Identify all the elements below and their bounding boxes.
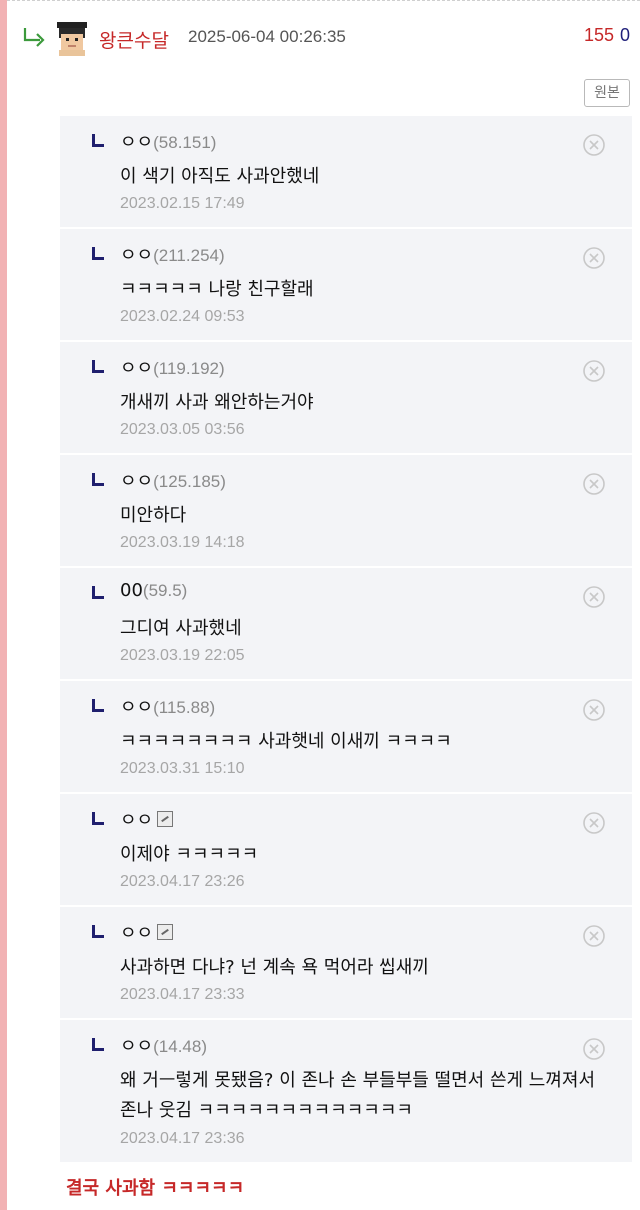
- reply-time: 2023.03.05 03:56: [120, 421, 245, 438]
- reply-ip: (125.185): [153, 472, 226, 491]
- author-nickname[interactable]: 왕큰수달: [99, 26, 169, 53]
- reply-time: 2023.04.17 23:33: [120, 986, 245, 1003]
- delete-icon[interactable]: [582, 359, 606, 383]
- list-item: ㅇㅇ(119.192) 개새끼 사과 왜안하는거야 2023.03.05 03:…: [60, 342, 632, 455]
- reply-author[interactable]: ㅇㅇ: [120, 132, 153, 153]
- list-item: 00(59.5) 그디여 사과했네 2023.03.19 22:05: [60, 568, 632, 681]
- delete-icon[interactable]: [582, 924, 606, 948]
- reply-text: ㅋㅋㅋㅋㅋㅋㅋㅋ 사과햇네 이새끼 ㅋㅋㅋㅋ: [120, 731, 452, 752]
- list-item: ㅇㅇ(58.151) 이 색기 아직도 사과안했네 2023.02.15 17:…: [60, 116, 632, 229]
- reply-indent-icon: [92, 812, 106, 826]
- reply-ip: (119.192): [153, 359, 225, 378]
- delete-icon[interactable]: [582, 246, 606, 270]
- reply-indent-icon: [92, 473, 106, 487]
- reply-text: 이 색기 아직도 사과안했네: [120, 166, 320, 187]
- reply-author[interactable]: ㅇㅇ: [120, 810, 153, 831]
- reply-text: 이제야 ㅋㅋㅋㅋㅋ: [120, 844, 259, 865]
- reply-ip: (211.254): [153, 246, 225, 265]
- reply-ip: (115.88): [153, 698, 216, 717]
- reply-text: 미안하다: [120, 505, 187, 526]
- reply-author[interactable]: ㅇㅇ: [120, 923, 153, 944]
- memo-icon: [157, 811, 174, 827]
- reply-author[interactable]: ㅇㅇ: [120, 358, 153, 379]
- reply-text: 그디여 사과했네: [120, 618, 242, 639]
- reply-time: 2023.02.24 09:53: [120, 308, 245, 325]
- reply-time: 2023.03.19 14:18: [120, 534, 245, 551]
- reply-indent-icon: [92, 360, 106, 374]
- downvote-count: 0: [619, 25, 630, 45]
- list-item: ㅇㅇ(115.88) ㅋㅋㅋㅋㅋㅋㅋㅋ 사과햇네 이새끼 ㅋㅋㅋㅋ 2023.0…: [60, 681, 632, 794]
- reply-text: 개새끼 사과 왜안하는거야: [120, 392, 314, 413]
- list-item: ㅇㅇ(211.254) ㅋㅋㅋㅋㅋ 나랑 친구할래 2023.02.24 09:…: [60, 229, 632, 342]
- reply-time: 2023.03.31 15:10: [120, 760, 245, 777]
- reply-time: 2023.04.17 23:36: [120, 1130, 245, 1147]
- reply-author[interactable]: ㅇㅇ: [120, 245, 153, 266]
- reply-author[interactable]: ㅇㅇ: [120, 471, 153, 492]
- reply-time: 2023.02.15 17:49: [120, 195, 245, 212]
- reply-indent-icon: [92, 1038, 106, 1052]
- footer-comment: 결국 사과함 ㅋㅋㅋㅋㅋ: [66, 1178, 245, 1199]
- list-item: ㅇㅇ(125.185) 미안하다 2023.03.19 14:18: [60, 455, 632, 568]
- reply-indent-icon: [92, 586, 106, 600]
- delete-icon[interactable]: [582, 1037, 606, 1061]
- original-button[interactable]: 원본: [584, 79, 630, 107]
- comment-header: 왕큰수달 2025-06-04 00:26:35 155 0: [22, 22, 634, 56]
- reply-indent-icon: [92, 247, 106, 261]
- post-date: 2025-06-04 00:26:35: [188, 27, 346, 46]
- reply-author[interactable]: ㅇㅇ: [120, 1036, 153, 1057]
- reply-author[interactable]: ㅇㅇ: [120, 697, 153, 718]
- list-item: ㅇㅇ 이제야 ㅋㅋㅋㅋㅋ 2023.04.17 23:26: [60, 794, 632, 907]
- reply-list: ㅇㅇ(58.151) 이 색기 아직도 사과안했네 2023.02.15 17:…: [60, 116, 632, 1164]
- avatar: [57, 22, 87, 56]
- reply-text: 왜 거ㅡ렇게 못됐음? 이 존나 손 부들부들 떨면서 쓴게 느껴져서 존나 웃…: [120, 1070, 596, 1121]
- reply-text: 사과하면 다냐? 넌 계속 욕 먹어라 씹새끼: [120, 957, 429, 978]
- top-divider: [7, 0, 640, 1]
- left-accent-bar: [0, 0, 7, 1210]
- delete-icon[interactable]: [582, 811, 606, 835]
- list-item: ㅇㅇ(14.48) 왜 거ㅡ렇게 못됐음? 이 존나 손 부들부들 떨면서 쓴게…: [60, 1020, 632, 1164]
- memo-icon: [157, 924, 174, 940]
- delete-icon[interactable]: [582, 472, 606, 496]
- reply-ip: (59.5): [142, 581, 188, 600]
- reply-indent-icon: [92, 699, 106, 713]
- reply-time: 2023.04.17 23:26: [120, 873, 245, 890]
- reply-author[interactable]: 00: [120, 580, 143, 601]
- vote-counts: 155 0: [584, 25, 630, 46]
- delete-icon[interactable]: [582, 585, 606, 609]
- upvote-count: 155: [583, 25, 614, 45]
- reply-time: 2023.03.19 22:05: [120, 647, 245, 664]
- delete-icon[interactable]: [582, 698, 606, 722]
- delete-icon[interactable]: [582, 133, 606, 157]
- reply-indent-icon: [92, 134, 106, 148]
- list-item: ㅇㅇ 사과하면 다냐? 넌 계속 욕 먹어라 씹새끼 2023.04.17 23…: [60, 907, 632, 1020]
- reply-text: ㅋㅋㅋㅋㅋ 나랑 친구할래: [120, 279, 314, 300]
- reply-arrow-icon: [23, 28, 45, 47]
- reply-indent-icon: [92, 925, 106, 939]
- reply-ip: (58.151): [153, 133, 217, 152]
- reply-ip: (14.48): [153, 1037, 207, 1056]
